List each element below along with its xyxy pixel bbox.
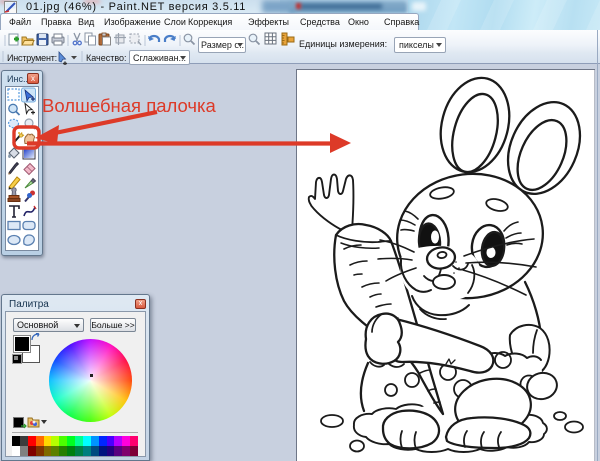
svg-text:Волшебная палочка: Волшебная палочка (42, 95, 217, 116)
